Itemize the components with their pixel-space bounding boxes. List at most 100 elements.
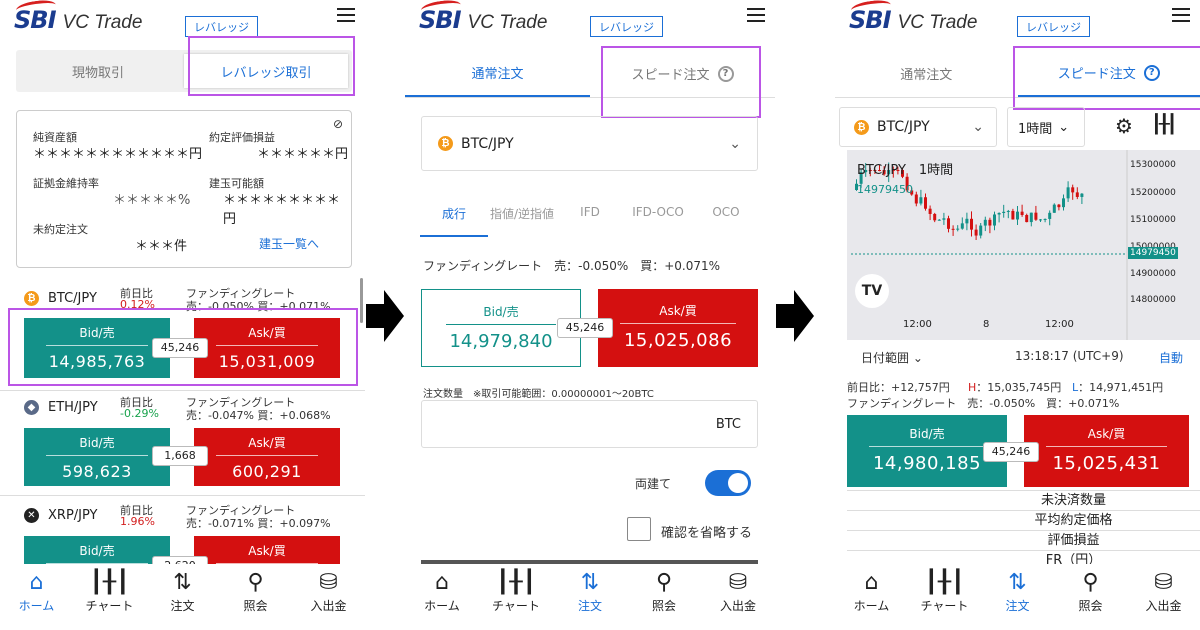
order-type-ifd[interactable]: IFD	[556, 195, 624, 237]
tab-label: ホーム	[18, 599, 55, 613]
speed-order-screen: SBI VC Trade レバレッジ 通常注文 スピード注文? ₿ BTC/JP…	[835, 0, 1200, 630]
spot-trade-tab[interactable]: 現物取引	[16, 50, 180, 92]
ask-label: Ask/買	[216, 324, 318, 346]
bid-label: Bid/売	[46, 434, 148, 456]
tab-normal-order[interactable]: 通常注文	[835, 50, 1018, 97]
funding-value: 売：-0.071% 買：+0.097%	[186, 517, 331, 530]
positions-link[interactable]: 建玉一覧へ	[259, 235, 319, 252]
quantity-input[interactable]: BTC	[421, 400, 758, 448]
order-type-tabs: 成行 指値/逆指値 IFD IFD-OCO OCO	[420, 195, 760, 237]
skip-confirm-checkbox[interactable]	[627, 517, 651, 541]
date-range-label: 日付範囲	[861, 351, 910, 365]
y-tick: 15200000	[1130, 188, 1176, 198]
info-row-avg-price: 平均約定価格	[847, 510, 1200, 530]
y-tick: 15100000	[1130, 215, 1176, 225]
candlestick-icon: ┃╂┃	[89, 570, 130, 595]
x-tick: 12:00	[903, 319, 932, 330]
tab-chart[interactable]: ┃╂┃ チャート	[908, 564, 981, 630]
candlestick-settings-icon[interactable]: ┃╂┃	[1151, 114, 1177, 135]
tab-speed-order[interactable]: スピード注文?	[1017, 50, 1200, 97]
candle-body	[965, 218, 969, 224]
info-row-pnl: 評価損益	[847, 530, 1200, 550]
candle-body	[956, 228, 960, 230]
funding-value: 売：-0.050% 買：+0.071%	[186, 300, 331, 313]
candlestick-icon: ┃╂┃	[496, 570, 536, 595]
menu-icon[interactable]	[1172, 8, 1190, 22]
pair-selector[interactable]: ₿ BTC/JPY ⌄	[421, 116, 758, 171]
tab-home[interactable]: ⌂ ホーム	[405, 564, 479, 630]
tab-order[interactable]: ⇅ 注文	[981, 564, 1054, 630]
candle-body	[924, 197, 927, 209]
eth-bid-button[interactable]: Bid/売 598,623	[24, 428, 170, 486]
candle-body	[1034, 212, 1038, 220]
tab-home[interactable]: ⌂ ホーム	[0, 564, 73, 630]
tab-deposit[interactable]: ⛁ 入出金	[1127, 564, 1200, 630]
pair-selector[interactable]: ₿ BTC/JPY ⌄	[839, 107, 997, 147]
btc-ask-button[interactable]: Ask/買 15,031,009	[194, 318, 340, 378]
tab-order[interactable]: ⇅ 注文	[146, 564, 219, 630]
leverage-trade-tab[interactable]: レバレッジ取引	[184, 54, 348, 88]
margin-rate-value: ＊＊＊＊＊%	[113, 193, 191, 208]
change-value: -0.29%	[120, 407, 159, 420]
candle-body	[1025, 214, 1029, 223]
order-type-oco[interactable]: OCO	[692, 195, 760, 237]
order-type-limit[interactable]: 指値/逆指値	[488, 195, 556, 237]
candle-body	[947, 218, 950, 229]
date-range-selector[interactable]: 日付範囲 ⌄	[861, 349, 923, 366]
tab-inquiry[interactable]: ⚲ 照会	[627, 564, 701, 630]
scrollbar[interactable]	[360, 278, 363, 323]
high-price: H：15,035,745円	[968, 381, 1062, 394]
menu-icon[interactable]	[747, 8, 765, 22]
arrow-right-icon	[776, 290, 814, 342]
eth-ask-button[interactable]: Ask/買 600,291	[194, 428, 340, 486]
menu-icon[interactable]	[337, 8, 355, 22]
candle-body	[1052, 204, 1056, 213]
tab-deposit[interactable]: ⛁ 入出金	[701, 564, 775, 630]
eye-off-icon[interactable]: ⊘	[333, 117, 343, 131]
ask-label: Ask/買	[1046, 425, 1167, 447]
ask-price: 15,025,431	[1052, 453, 1161, 474]
order-type-market[interactable]: 成行	[420, 195, 488, 237]
tab-label: 照会	[243, 599, 268, 613]
pair-name: XRP/JPY	[48, 508, 98, 523]
auto-button[interactable]: 自動	[1159, 349, 1183, 366]
coins-icon: ⛁	[319, 570, 338, 595]
help-icon[interactable]: ?	[1143, 64, 1160, 81]
tab-label: 入出金	[310, 599, 347, 613]
help-icon[interactable]: ?	[717, 65, 734, 82]
ask-button[interactable]: Ask/買 15,025,431	[1024, 415, 1189, 487]
tab-label: スピード注文	[1057, 67, 1136, 82]
order-type-ifd-oco[interactable]: IFD-OCO	[624, 195, 692, 237]
tab-chart[interactable]: ┃╂┃ チャート	[479, 564, 553, 630]
tab-label: 注文	[170, 599, 195, 613]
arrow-right-icon	[366, 290, 404, 342]
tab-inquiry[interactable]: ⚲ 照会	[1054, 564, 1127, 630]
low-price: L：14,971,451円	[1072, 381, 1164, 394]
tab-order[interactable]: ⇅ 注文	[553, 564, 627, 630]
bottom-tab-bar: ⌂ ホーム ┃╂┃ チャート ⇅ 注文 ⚲ 照会 ⛁ 入出金	[405, 564, 775, 630]
bitcoin-icon: ₿	[854, 119, 869, 135]
funding-rate: ファンディングレート 売：-0.050% 買：+0.071%	[423, 259, 721, 273]
candle-body	[928, 208, 932, 214]
tab-home[interactable]: ⌂ ホーム	[835, 564, 908, 630]
ask-button[interactable]: Ask/買 15,025,086	[598, 289, 758, 367]
tab-deposit[interactable]: ⛁ 入出金	[292, 564, 365, 630]
tab-inquiry[interactable]: ⚲ 照会	[219, 564, 292, 630]
candle-body	[937, 219, 941, 221]
btc-bid-button[interactable]: Bid/売 14,985,763	[24, 318, 170, 378]
brand-sub: VC Trade	[62, 11, 143, 33]
tab-normal-order[interactable]: 通常注文	[405, 50, 590, 97]
tab-chart[interactable]: ┃╂┃ チャート	[73, 564, 146, 630]
xrp-icon: ✕	[24, 508, 39, 523]
price-chart[interactable]: BTC/JPY 1時間 14979450 15300000 15200000 1…	[847, 150, 1200, 340]
candle-body	[988, 219, 992, 226]
ask-label: Ask/買	[620, 302, 736, 324]
interval-selector[interactable]: 1時間 ⌄	[1007, 107, 1085, 147]
hedge-toggle[interactable]	[705, 470, 751, 496]
candle-body	[979, 225, 983, 236]
search-icon: ⚲	[1082, 570, 1099, 595]
x-tick: 12:00	[1045, 319, 1074, 330]
tab-speed-order[interactable]: スピード注文?	[590, 50, 775, 97]
gear-icon[interactable]: ⚙	[1115, 114, 1133, 138]
ethereum-icon: ◆	[24, 400, 39, 415]
